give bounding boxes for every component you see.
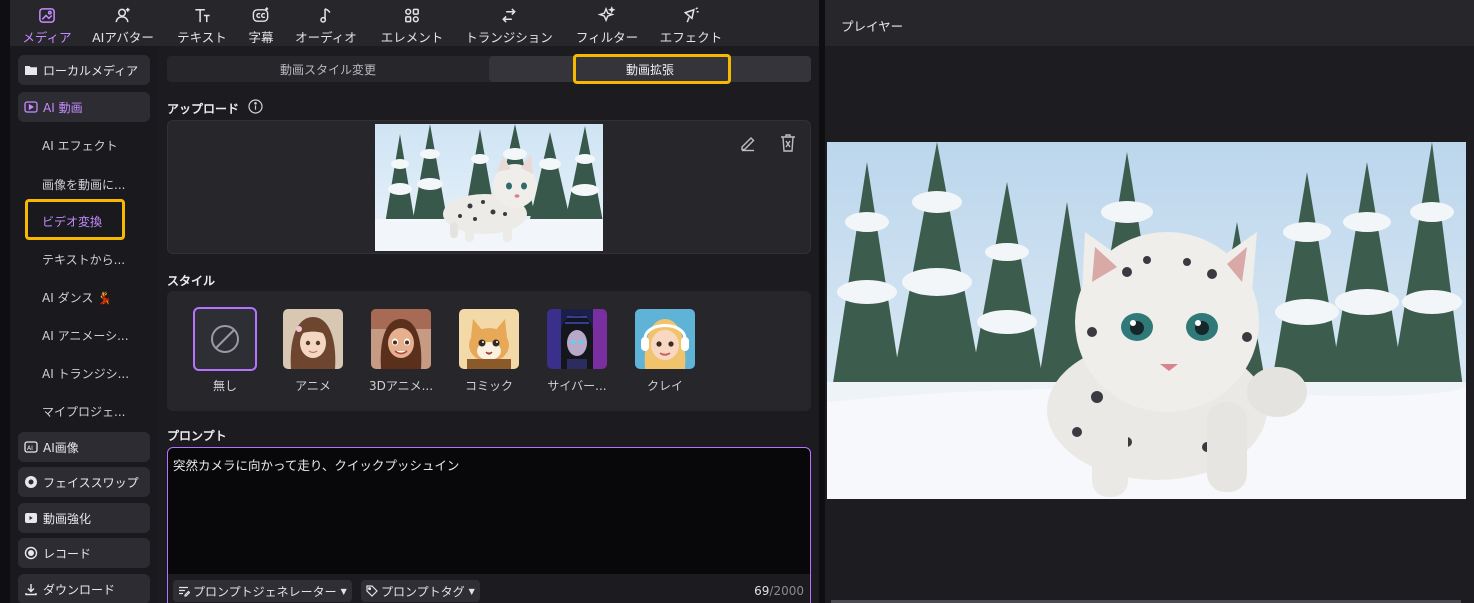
highlight-frame-video-convert [25, 199, 125, 240]
style-thumb-clay [635, 309, 695, 369]
toolbar-transition[interactable]: トランジション [462, 0, 556, 46]
player-title: プレイヤー [841, 19, 904, 34]
highlight-frame-video-extend [573, 54, 731, 84]
style-option-comic[interactable]: コミック [454, 309, 524, 394]
sidebar-item-record[interactable]: レコード [18, 538, 150, 568]
sidebar-sub-ai-effect[interactable]: AI エフェクト [42, 137, 152, 154]
feature-content: 動画スタイル変更 動画拡張 アップロード スタイル 無し アニメ 3Dアニメ..… [159, 46, 819, 603]
transition-icon [502, 8, 516, 23]
style-thumb-none [193, 307, 257, 371]
caption-icon [252, 7, 269, 22]
character-counter: 69/2000 [754, 584, 804, 598]
sidebar-item-download[interactable]: ダウンロード [18, 574, 150, 603]
style-option-anime[interactable]: アニメ [278, 309, 348, 394]
sidebar-sub-ai-dance[interactable]: AI ダンス 💃 [42, 289, 152, 306]
style-option-clay[interactable]: クレイ [630, 309, 700, 394]
top-toolbar: メディア AIアバター テキスト 字幕 オーディオ エレメント トランジション [10, 0, 819, 46]
toolbar-media[interactable]: メディア [18, 0, 76, 46]
sidebar-sub-ai-animation[interactable]: AI アニメーシ... [42, 327, 152, 344]
player-header: プレイヤー [825, 0, 1474, 46]
editor-panel: メディア AIアバター テキスト 字幕 オーディオ エレメント トランジション [10, 0, 819, 603]
chevron-down-icon: ▼ [340, 586, 347, 596]
ai-image-icon: AI [24, 441, 38, 453]
avatar-icon [115, 7, 130, 23]
svg-text:AI: AI [27, 445, 33, 452]
toolbar-ai-avatar[interactable]: AIアバター [88, 0, 158, 46]
tab-video-style-change[interactable]: 動画スタイル変更 [167, 56, 489, 82]
upload-area[interactable] [167, 120, 811, 254]
sidebar-item-video-enhance[interactable]: 動画強化 [18, 503, 150, 533]
effect-icon [683, 7, 699, 23]
prohibited-icon [211, 325, 239, 353]
style-thumb-comic [459, 309, 519, 369]
tag-icon [366, 585, 378, 597]
toolbar-element[interactable]: エレメント [377, 0, 447, 46]
sidebar-item-ai-image[interactable]: AI AI画像 [18, 432, 150, 462]
sidebar-item-local-media[interactable]: ローカルメディア [18, 55, 150, 85]
toolbar-audio[interactable]: オーディオ [291, 0, 361, 46]
style-option-cyber[interactable]: サイバー... [542, 309, 612, 394]
sidebar-item-ai-video[interactable]: AI 動画 [18, 92, 150, 122]
prompt-input[interactable]: 突然カメラに向かって走り、クイックプッシュイン プロンプトジェネレーター ▼ プ… [167, 447, 811, 603]
prompt-title: プロンプト [167, 429, 227, 443]
toolbar-text[interactable]: テキスト [173, 0, 231, 46]
prompt-generator-button[interactable]: プロンプトジェネレーター ▼ [173, 580, 352, 602]
audio-icon [320, 8, 331, 23]
toolbar-filter[interactable]: フィルター [572, 0, 642, 46]
face-swap-icon [25, 476, 37, 488]
player-video-frame[interactable] [827, 142, 1466, 499]
sidebar-item-face-swap[interactable]: フェイススワップ [18, 467, 150, 497]
folder-icon [25, 66, 37, 75]
trash-icon[interactable] [779, 133, 797, 153]
style-selector: 無し アニメ 3Dアニメ... コミック サイバー... クレイ [167, 291, 811, 411]
uploaded-video-thumbnail [375, 124, 603, 251]
record-icon [24, 546, 38, 560]
style-option-3d-anime[interactable]: 3Dアニメ... [366, 309, 436, 394]
player-panel: プレイヤー [825, 0, 1474, 603]
list-edit-icon [179, 586, 190, 597]
prompt-tag-button[interactable]: プロンプトタグ ▼ [361, 580, 480, 602]
filter-icon [597, 6, 616, 23]
media-icon [39, 8, 55, 23]
sidebar-sub-image-to-video[interactable]: 画像を動画に... [42, 176, 152, 193]
text-icon [195, 9, 210, 23]
video-enhance-icon [25, 513, 37, 523]
upload-title: アップロード [167, 102, 240, 116]
toolbar-caption[interactable]: 字幕 [242, 0, 280, 46]
sidebar-sub-my-project[interactable]: マイプロジェ... [42, 403, 152, 420]
style-thumb-3d-anime [371, 309, 431, 369]
info-icon[interactable] [248, 99, 263, 114]
edit-icon[interactable] [739, 134, 757, 152]
style-thumb-anime [283, 309, 343, 369]
style-thumb-cyber [547, 309, 607, 369]
element-icon [405, 8, 419, 23]
style-option-none[interactable]: 無し [190, 307, 260, 394]
ai-video-icon [24, 101, 38, 113]
sidebar: ローカルメディア AI 動画 AI エフェクト 画像を動画に... ビデオ変換 … [10, 46, 159, 603]
style-title: スタイル [167, 274, 216, 288]
prompt-footer: プロンプトジェネレーター ▼ プロンプトタグ ▼ 69/2000 [168, 574, 810, 603]
sidebar-sub-ai-transition[interactable]: AI トランジシ... [42, 365, 152, 382]
prompt-text[interactable]: 突然カメラに向かって走り、クイックプッシュイン [173, 455, 459, 474]
chevron-down-icon: ▼ [468, 586, 475, 596]
download-icon [25, 584, 37, 596]
toolbar-effect[interactable]: エフェクト [656, 0, 726, 46]
sidebar-sub-text-to-video[interactable]: テキストから... [42, 251, 152, 268]
